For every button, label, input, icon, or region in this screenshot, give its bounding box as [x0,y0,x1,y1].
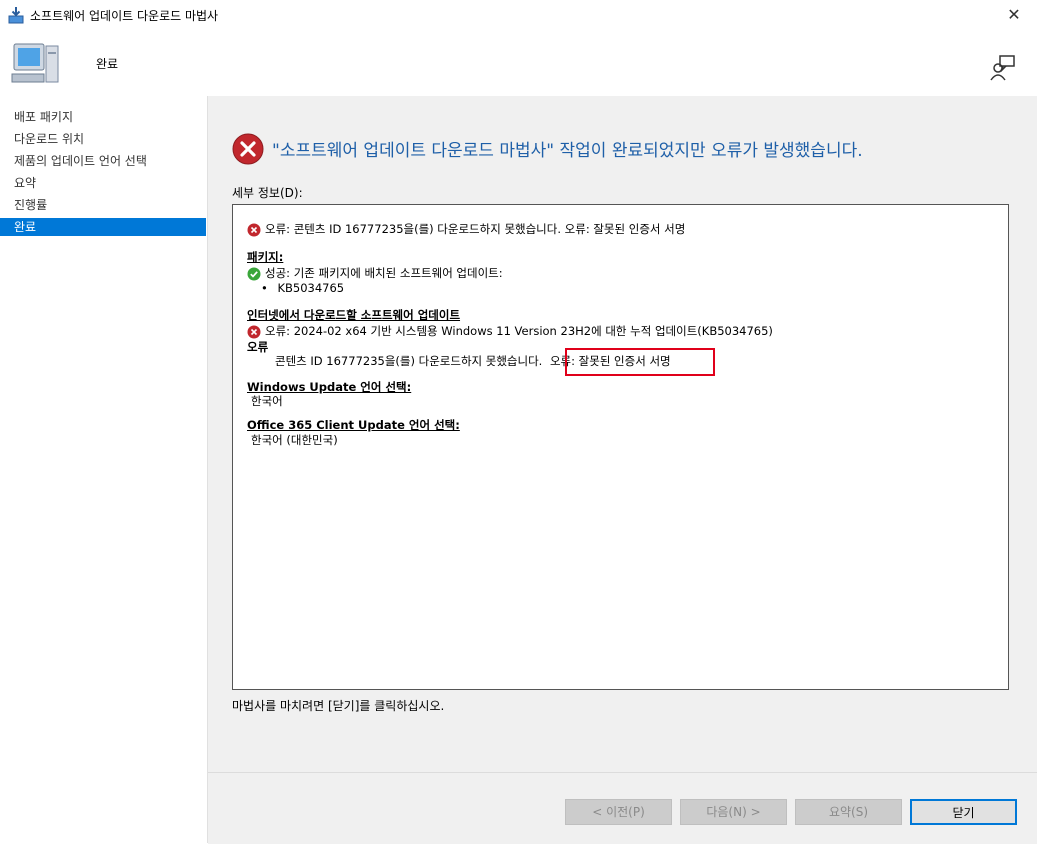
wu-language-value: 한국어 [251,394,283,408]
wizard-header: 완료 [0,30,1037,96]
success-text: 성공: 기존 패키지에 배치된 소프트웨어 업데이트: [265,266,503,280]
error-detail-part1: 콘텐츠 ID 16777235을(를) 다운로드하지 못했습니다. [275,354,543,368]
close-button[interactable]: 닫기 [910,799,1017,825]
error-icon [247,223,261,236]
sidebar-item-deployment-package[interactable]: 배포 패키지 [0,108,206,126]
page-heading: 완료 [96,57,119,71]
feedback-icon[interactable] [989,54,1017,82]
kb-item-text: KB5034765 [277,281,345,295]
details-label: 세부 정보(D): [232,186,303,200]
prev-button[interactable]: < 이전(P) [565,799,672,825]
close-window-button[interactable]: ✕ [991,0,1037,30]
sidebar-item-progress[interactable]: 진행률 [0,196,206,214]
sidebar-item-completion[interactable]: 완료 [0,218,206,236]
highlight-annotation-box [565,348,715,376]
details-error-line: 오류: 콘텐츠 ID 16777235을(를) 다운로드하지 못했습니다. 오류… [247,221,685,237]
details-error-text: 오류: 콘텐츠 ID 16777235을(를) 다운로드하지 못했습니다. 오류… [265,222,686,236]
error-icon [232,133,264,165]
kb-list-item: • KB5034765 [261,281,344,295]
packages-heading: 패키지: [247,250,284,264]
error-label: 오류 [247,340,269,354]
status-message: "소프트웨어 업데이트 다운로드 마법사" 작업이 완료되었지만 오류가 발생했… [272,141,863,161]
wizard-steps-sidebar: 배포 패키지 다운로드 위치 제품의 업데이트 언어 선택 요약 진행률 완료 [0,96,208,843]
success-check-icon [247,267,261,280]
internet-download-heading: 인터넷에서 다운로드할 소프트웨어 업데이트 [247,308,461,322]
main-panel: "소프트웨어 업데이트 다운로드 마법사" 작업이 완료되었지만 오류가 발생했… [208,96,1037,844]
sidebar-item-download-location[interactable]: 다운로드 위치 [0,130,206,148]
sidebar-item-summary[interactable]: 요약 [0,174,206,192]
title-bar: 소프트웨어 업데이트 다운로드 마법사 ✕ [0,0,1037,30]
bullet: • [261,281,268,295]
details-textbox[interactable]: 오류: 콘텐츠 ID 16777235을(를) 다운로드하지 못했습니다. 오류… [232,204,1009,690]
next-button[interactable]: 다음(N) > [680,799,787,825]
download-wizard-icon [8,7,24,24]
computer-icon [11,43,59,83]
sidebar-item-language-selection[interactable]: 제품의 업데이트 언어 선택 [0,152,206,170]
finish-hint: 마법사를 마치려면 [닫기]를 클릭하십시오. [232,699,445,713]
o365-language-heading: Office 365 Client Update 언어 선택: [247,418,460,432]
error-icon [247,325,261,338]
o365-language-value: 한국어 (대한민국) [251,433,338,447]
update-error-line: 오류: 2024-02 x64 기반 시스템용 Windows 11 Versi… [247,323,773,339]
window-title: 소프트웨어 업데이트 다운로드 마법사 [30,9,219,23]
button-bar: < 이전(P) 다음(N) > 요약(S) 닫기 [208,772,1037,844]
update-error-text: 오류: 2024-02 x64 기반 시스템용 Windows 11 Versi… [265,324,773,338]
success-line: 성공: 기존 패키지에 배치된 소프트웨어 업데이트: [247,265,503,281]
summary-button[interactable]: 요약(S) [795,799,902,825]
